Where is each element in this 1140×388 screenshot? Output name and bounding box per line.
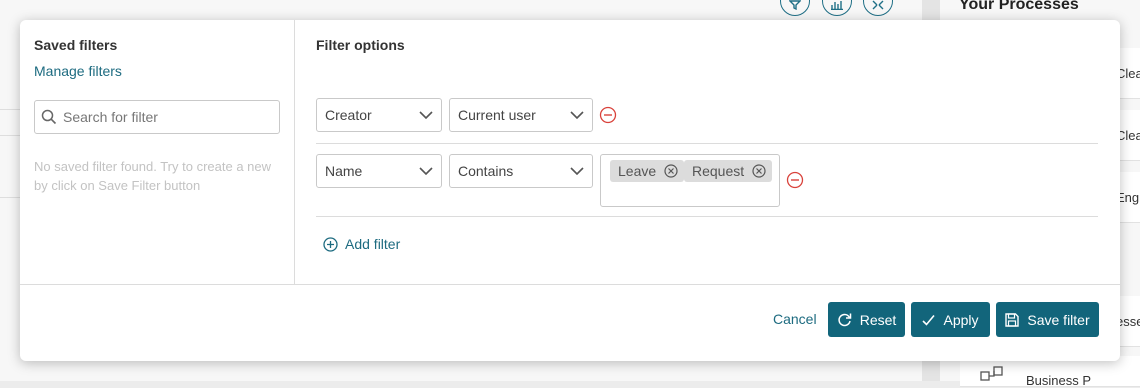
filter-row-divider [316,216,1098,217]
chevron-down-icon [419,111,433,119]
add-filter-label: Add filter [345,236,401,252]
cancel-button[interactable]: Cancel [773,311,817,327]
remove-tag-icon[interactable] [664,164,678,178]
your-processes-title: Your Processes [959,0,1079,13]
value-tags-input[interactable]: Leave Request [600,154,780,207]
operator-select-value: Current user [458,107,536,123]
operator-select[interactable]: Current user [449,98,593,132]
value-tag: Request [684,160,773,182]
apply-label: Apply [943,311,979,328]
filter-row-divider [316,143,1098,144]
save-filter-label: Save filter [1027,311,1090,328]
save-filter-button[interactable]: Save filter [996,302,1099,337]
remove-filter-icon[interactable] [786,171,804,189]
add-filter-button[interactable]: Add filter [323,236,400,252]
tag-label: Leave [618,163,657,179]
manage-filters-link[interactable]: Manage filters [34,63,122,79]
field-select[interactable]: Name [316,154,442,188]
checkmark-icon [922,314,936,326]
remove-tag-icon[interactable] [752,164,766,178]
chevron-down-icon [570,167,584,175]
tag-label: Request [692,163,745,179]
refresh-icon [838,313,851,327]
field-select-value: Name [325,163,363,179]
plus-circle-icon [323,236,338,252]
footer-divider [20,284,1120,285]
filter-search-box[interactable] [34,100,280,134]
apply-button[interactable]: Apply [911,302,990,337]
field-select-value: Creator [325,107,372,123]
filter-options-pane: Filter options Creator Current user Name… [295,20,1120,284]
search-input[interactable] [63,109,263,125]
field-select[interactable]: Creator [316,98,442,132]
value-tag: Leave [610,160,685,182]
operator-select-value: Contains [458,163,514,179]
chevron-down-icon [419,167,433,175]
reset-label: Reset [859,311,897,328]
filter-options-title: Filter options [316,37,405,53]
filter-dialog: Saved filters Manage filters No saved fi… [20,20,1120,361]
save-icon [1005,312,1020,327]
empty-saved-filters-message: No saved filter found. Try to create a n… [34,159,272,193]
remove-filter-icon[interactable] [599,106,617,124]
chevron-down-icon [570,111,584,119]
saved-filters-pane: Saved filters Manage filters No saved fi… [20,20,295,284]
search-icon [35,109,63,125]
process-icon [980,366,1010,385]
operator-select[interactable]: Contains [449,154,593,188]
reset-button[interactable]: Reset [828,302,905,337]
saved-filters-title: Saved filters [34,37,118,53]
